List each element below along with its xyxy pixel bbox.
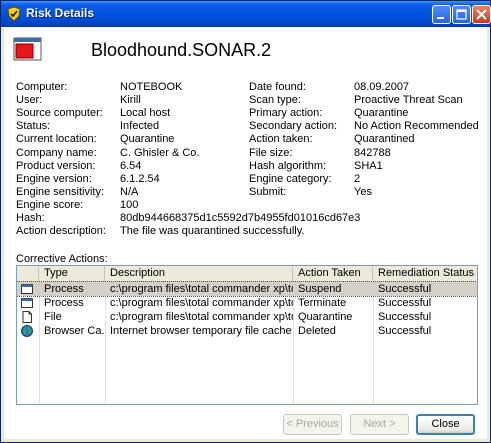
remediation-status-cell: Successful (378, 297, 432, 309)
type-cell: Browser Ca... (44, 325, 105, 337)
detail-value: Local host (120, 107, 171, 120)
detail-label: Hash algorithm: (249, 159, 327, 172)
detail-value: Quarantine (120, 133, 175, 146)
detail-value: Kirill (120, 94, 141, 107)
detail-label: Source computer: (16, 107, 103, 120)
icon-column-header[interactable] (17, 266, 39, 281)
detail-value: 2 (354, 172, 361, 185)
detail-label: Engine sensitivity: (16, 185, 105, 198)
detail-value: SHA1 (354, 159, 383, 172)
type-cell: Process (44, 283, 84, 295)
remediation-status-column-header[interactable]: Remediation Status (373, 266, 477, 281)
detail-value: 100 (120, 198, 139, 211)
detail-label: Submit: (249, 185, 287, 198)
detail-value: 80db944668375d1c5592d7b4955fd01016cd67e3 (120, 212, 361, 224)
detail-label: User: (16, 94, 43, 107)
next-button[interactable]: Next > (350, 414, 409, 435)
corrective-actions-label: Corrective Actions: (16, 253, 108, 265)
norton-shield-icon (7, 6, 21, 22)
threat-window-icon (13, 37, 42, 61)
detail-label: Action taken: (249, 133, 313, 146)
description-cell: c:\program files\total commander xp\tota… (110, 311, 293, 323)
window-title: Risk Details (26, 6, 95, 20)
detail-label: Secondary action: (249, 120, 338, 133)
remediation-status-cell: Successful (378, 325, 432, 337)
type-cell: File (44, 311, 62, 323)
detail-value: Yes (354, 185, 372, 198)
table-row[interactable]: Process c:\program files\total commander … (17, 281, 477, 297)
detail-value: C. Ghisler & Co. (120, 146, 200, 159)
action-taken-column-header[interactable]: Action Taken (293, 266, 373, 281)
process-icon (21, 283, 33, 295)
globe-icon (21, 325, 33, 337)
detail-label: Engine score: (16, 198, 84, 211)
description-cell: c:\program files\total commander xp\tota… (110, 297, 293, 309)
corrective-actions-table[interactable]: Type Description Action Taken Remediatio… (16, 265, 478, 405)
detail-value: Quarantine (354, 107, 409, 120)
process-icon (21, 297, 33, 309)
description-cell: c:\program files\total commander xp\tota… (110, 283, 293, 295)
detail-label: Product version: (16, 159, 96, 172)
detail-value: Infected (120, 120, 160, 133)
detail-value: N/A (120, 185, 139, 198)
detail-label: File size: (249, 146, 293, 159)
detail-value: The file was quarantined successfully. (120, 225, 305, 238)
remediation-status-cell: Successful (378, 311, 432, 323)
type-cell: Process (44, 297, 84, 309)
detail-label: Scan type: (249, 94, 301, 107)
detail-label: Computer: (16, 81, 68, 93)
detail-value: 6.54 (120, 159, 142, 172)
close-button[interactable]: Close (416, 414, 475, 435)
detail-value: 842788 (354, 146, 391, 159)
detail-label: Current location: (16, 133, 97, 146)
detail-label: Primary action: (249, 107, 323, 120)
detail-value: 08.09.2007 (354, 81, 410, 93)
title-bar[interactable]: Risk Details (1, 1, 491, 27)
detail-label: Status: (16, 120, 51, 133)
description-column-header[interactable]: Description (105, 266, 293, 281)
detail-value: Quarantined (354, 133, 415, 146)
detail-value: 6.1.2.54 (120, 172, 160, 185)
close-icon (476, 9, 487, 20)
minimize-icon (437, 17, 444, 19)
minimize-button[interactable] (432, 5, 451, 24)
file-icon (21, 311, 33, 323)
description-cell: Internet browser temporary file cache (110, 325, 292, 337)
detail-label: Engine version: (16, 172, 92, 185)
detail-label: Engine category: (249, 172, 332, 185)
detail-label: Hash: (16, 212, 45, 224)
detail-value: No Action Recommended (354, 120, 479, 133)
remediation-status-cell: Successful (378, 283, 432, 295)
maximize-button[interactable] (452, 5, 471, 24)
action-taken-cell: Suspend (298, 283, 342, 295)
action-taken-cell: Quarantine (298, 311, 353, 323)
previous-button[interactable]: < Previous (283, 414, 342, 435)
threat-name: Bloodhound.SONAR.2 (91, 40, 272, 60)
table-row[interactable]: Browser Ca... Internet browser temporary … (17, 324, 477, 338)
table-row[interactable]: Process c:\program files\total commander … (17, 296, 477, 310)
table-row[interactable]: File c:\program files\total commander xp\… (17, 310, 477, 324)
detail-label: Date found: (249, 81, 306, 93)
maximize-icon (456, 9, 467, 20)
type-column-header[interactable]: Type (39, 266, 105, 281)
action-taken-cell: Terminate (298, 297, 347, 309)
detail-label: Company name: (16, 146, 97, 159)
detail-label: Action description: (16, 225, 106, 238)
close-window-button[interactable] (472, 5, 491, 24)
detail-value: Proactive Threat Scan (354, 94, 463, 107)
table-header: Type Description Action Taken Remediatio… (17, 266, 477, 282)
detail-value: NOTEBOOK (120, 81, 183, 93)
risk-details-window: Risk Details Bloodhound.SONAR.2 Computer… (0, 0, 491, 443)
action-taken-cell: Deleted (298, 325, 336, 337)
